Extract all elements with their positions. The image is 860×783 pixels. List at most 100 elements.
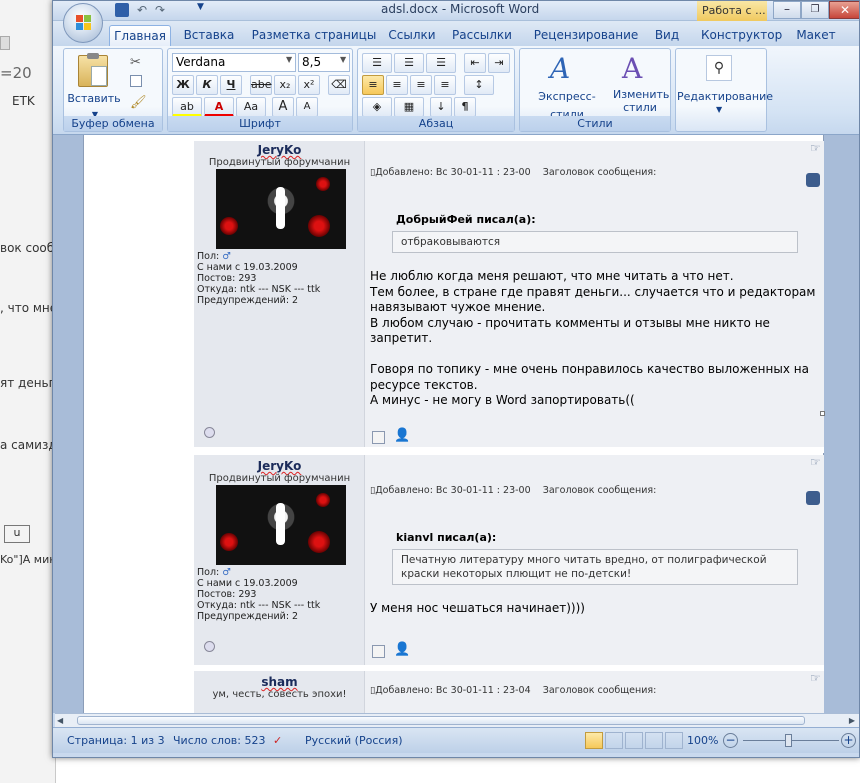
close-button[interactable]: ✕	[829, 1, 859, 19]
quick-styles-button[interactable]: Экспресс-стили	[522, 87, 612, 121]
word-count[interactable]: Число слов: 523	[173, 734, 266, 747]
group-font: Verdana ▼ 8,5 ▼ Ж К Ч abe x₂ x² ⌫ ab A A…	[167, 48, 353, 132]
page-count[interactable]: Страница: 1 из 3	[67, 734, 165, 747]
tab-mailings[interactable]: Рассылки	[451, 25, 513, 46]
profile-icon[interactable]	[372, 431, 385, 444]
zoom-in-icon[interactable]: +	[841, 733, 856, 748]
scroll-top-icon[interactable]	[204, 641, 215, 652]
borders-icon[interactable]: ▦	[394, 97, 424, 117]
font-name-dropdown-icon[interactable]: ▼	[286, 55, 292, 64]
editing-button[interactable]: Редактирование	[676, 87, 773, 107]
tab-references[interactable]: Ссылки	[387, 25, 437, 46]
side-marker-icon[interactable]	[806, 173, 820, 187]
bold-button[interactable]: Ж	[172, 75, 194, 95]
restore-button[interactable]: ❐	[801, 1, 829, 19]
context-tab-header: Работа с ...	[697, 1, 767, 21]
line-spacing-icon[interactable]: ↕	[464, 75, 494, 95]
change-styles-icon[interactable]: A	[622, 52, 642, 85]
quote-line: краски некоторых плющит не по-детски!	[401, 568, 632, 580]
document-page[interactable]: JeryKo Продвинутый форумчанин Пол: ♂ С н…	[83, 135, 825, 713]
qat-dropdown-icon[interactable]: ▼	[197, 2, 204, 12]
subscript-button[interactable]: x₂	[274, 75, 296, 95]
bg-button[interactable]: u	[4, 525, 30, 543]
italic-button[interactable]: К	[196, 75, 218, 95]
superscript-button[interactable]: x²	[298, 75, 320, 95]
show-marks-icon[interactable]: ¶	[454, 97, 476, 117]
paste-icon-clip	[87, 53, 99, 59]
font-color-button[interactable]: A	[204, 97, 234, 117]
decrease-indent-icon[interactable]: ⇤	[464, 53, 486, 73]
change-case-button[interactable]: Aa	[236, 97, 266, 117]
zoom-level[interactable]: 100%	[687, 734, 718, 747]
outline-view-icon[interactable]	[645, 732, 663, 749]
tab-insert[interactable]: Вставка	[181, 25, 237, 46]
male-icon: ♂	[222, 251, 231, 262]
tab-page-layout[interactable]: Разметка страницы	[251, 25, 377, 46]
pm-user-icon[interactable]: 👤	[394, 643, 410, 656]
shading-icon[interactable]: ◈	[362, 97, 392, 117]
font-name-combo[interactable]: Verdana	[172, 53, 296, 72]
format-painter-icon[interactable]: 🖌	[130, 95, 147, 110]
shrink-font-button[interactable]: A	[296, 97, 318, 117]
user-avatar	[216, 169, 346, 249]
scroll-right-icon[interactable]: ▶	[849, 716, 855, 725]
multilevel-list-icon[interactable]: ☰	[426, 53, 456, 73]
underline-button[interactable]: Ч	[220, 75, 242, 95]
save-icon[interactable]	[115, 3, 129, 17]
redo-icon[interactable]: ↷	[155, 3, 169, 17]
increase-indent-icon[interactable]: ⇥	[488, 53, 510, 73]
bg-fragment: Ko"]А мин	[0, 553, 57, 566]
minimize-button[interactable]: –	[773, 1, 801, 19]
quote-reply-icon[interactable]: ☞	[810, 455, 821, 469]
clear-formatting-icon[interactable]: ⌫	[328, 75, 350, 95]
align-center-icon[interactable]: ≡	[386, 75, 408, 95]
scroll-left-icon[interactable]: ◀	[57, 716, 63, 725]
change-styles-button[interactable]: Изменить стили	[612, 87, 669, 115]
undo-icon[interactable]: ↶	[137, 3, 151, 17]
bg-scroll-thumb[interactable]	[0, 36, 10, 50]
zoom-out-icon[interactable]: −	[723, 733, 738, 748]
align-left-icon[interactable]: ≡	[362, 75, 384, 95]
post-added-date: Добавлено: Вс 30-01-11 : 23-00	[375, 485, 531, 496]
spellcheck-icon[interactable]: ✓	[273, 734, 282, 747]
tab-review[interactable]: Рецензирование	[531, 25, 641, 46]
find-binoculars-icon[interactable]: ⚲	[706, 55, 732, 81]
bullets-icon[interactable]: ☰	[362, 53, 392, 73]
draft-view-icon[interactable]	[665, 732, 683, 749]
tab-view[interactable]: Вид	[651, 25, 683, 46]
highlight-button[interactable]: ab	[172, 97, 202, 117]
office-button[interactable]	[63, 3, 103, 43]
scrollbar-thumb[interactable]	[77, 716, 805, 725]
sort-icon[interactable]: ↓	[430, 97, 452, 117]
post-added-date: Добавлено: Вс 30-01-11 : 23-04	[375, 685, 531, 696]
quick-styles-icon[interactable]: A	[550, 52, 570, 85]
table-resize-handle[interactable]	[820, 411, 825, 416]
language[interactable]: Русский (Россия)	[305, 734, 403, 747]
font-size-dropdown-icon[interactable]: ▼	[340, 55, 346, 64]
copy-icon[interactable]	[130, 75, 142, 87]
web-layout-icon[interactable]	[625, 732, 643, 749]
scroll-top-icon[interactable]	[204, 427, 215, 438]
paste-icon[interactable]	[78, 53, 108, 87]
profile-icon[interactable]	[372, 645, 385, 658]
post-body: У меня нос чешаться начинает))))	[370, 601, 585, 617]
full-screen-reading-icon[interactable]	[605, 732, 623, 749]
tab-layout[interactable]: Макет	[793, 25, 839, 46]
numbering-icon[interactable]: ☰	[394, 53, 424, 73]
quote-reply-icon[interactable]: ☞	[810, 141, 821, 155]
align-right-icon[interactable]: ≡	[410, 75, 432, 95]
side-marker-icon[interactable]	[806, 491, 820, 505]
cut-icon[interactable]: ✂	[130, 55, 141, 70]
pm-user-icon[interactable]: 👤	[394, 429, 410, 442]
print-layout-view-icon[interactable]	[585, 732, 603, 749]
post-user-panel: JeryKo Продвинутый форумчанин Пол: ♂ С н…	[194, 141, 365, 447]
editing-dropdown-icon[interactable]: ▼	[716, 105, 722, 114]
strikethrough-button[interactable]: abe	[250, 75, 272, 95]
justify-icon[interactable]: ≡	[434, 75, 456, 95]
quote-reply-icon[interactable]: ☞	[810, 671, 821, 685]
tab-home[interactable]: Главная	[109, 25, 171, 46]
tab-design[interactable]: Конструктор	[701, 25, 782, 46]
zoom-slider-thumb[interactable]	[785, 734, 792, 747]
grow-font-button[interactable]: A	[272, 97, 294, 117]
horizontal-scrollbar[interactable]: ◀ ▶	[55, 713, 859, 727]
